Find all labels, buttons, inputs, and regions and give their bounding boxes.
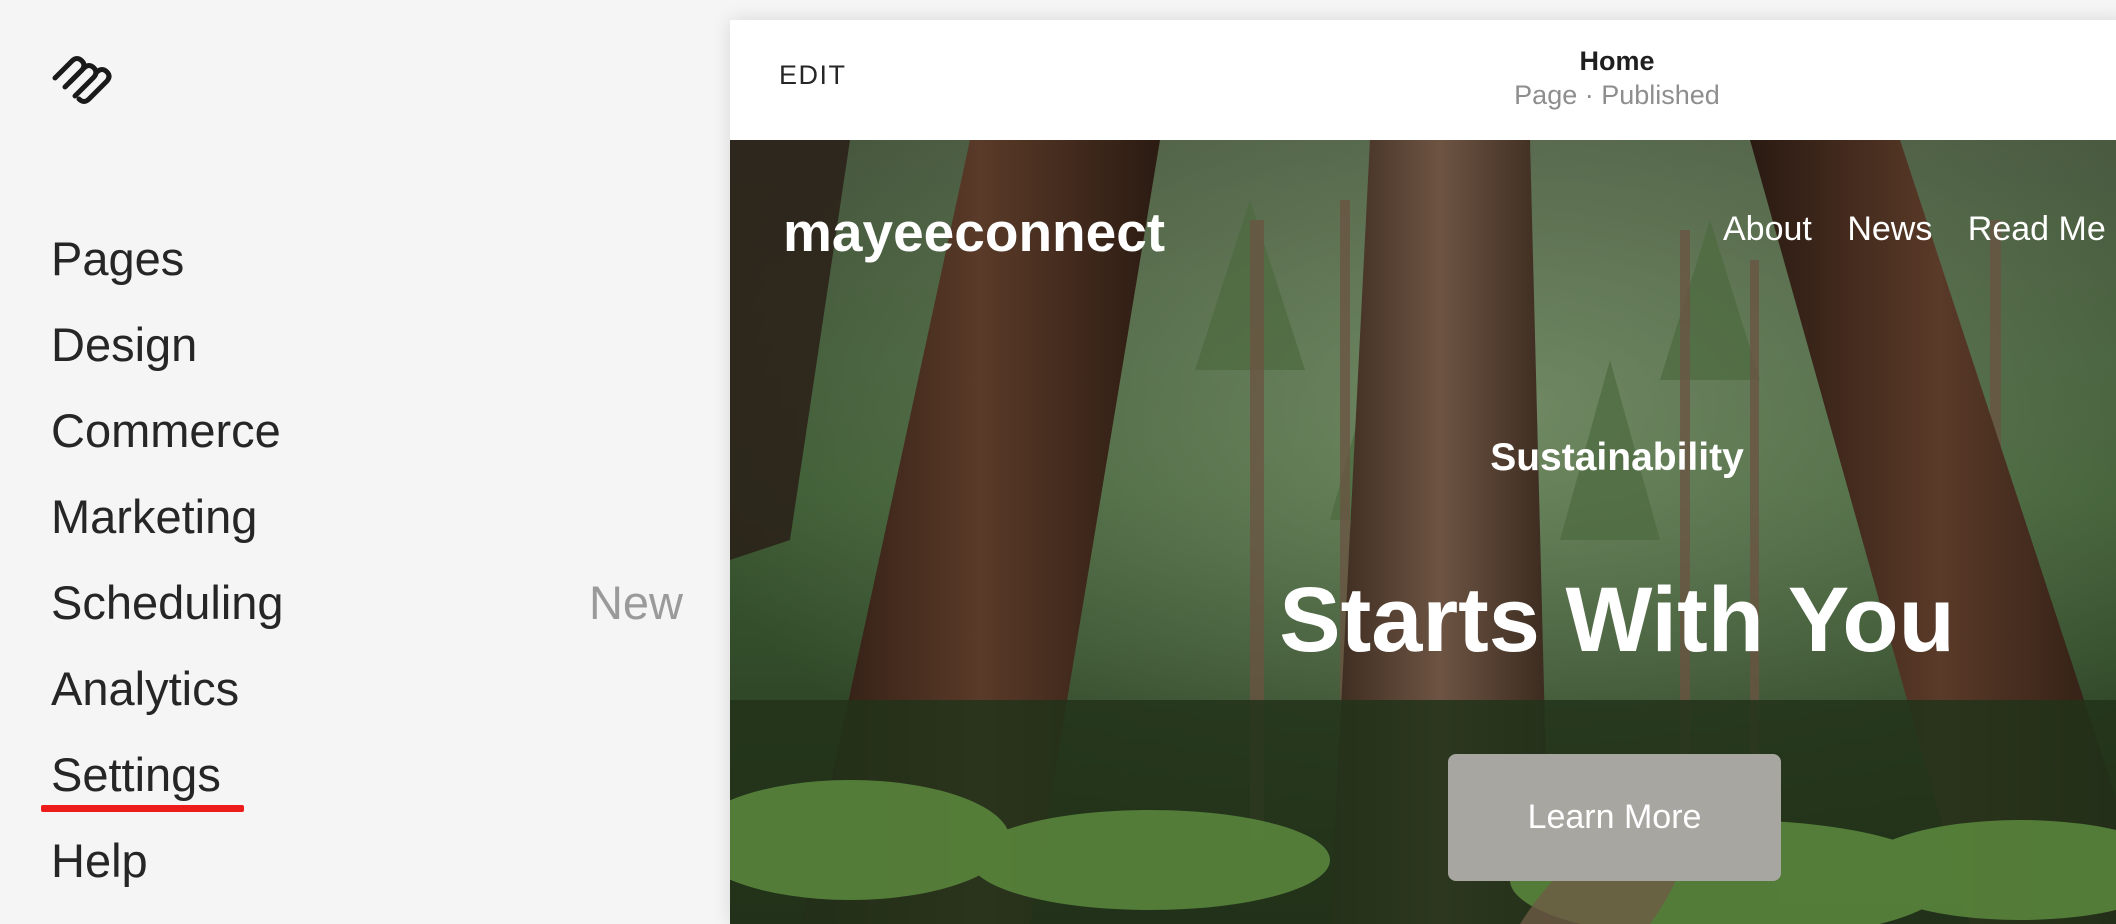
sidebar-item-scheduling[interactable]: Scheduling New [51, 570, 683, 656]
sidebar-item-label: Analytics [51, 662, 240, 715]
site-nav-news[interactable]: News [1847, 210, 1932, 248]
sidebar-item-settings[interactable]: Settings [51, 742, 671, 828]
site-nav-about[interactable]: About [1723, 210, 1812, 248]
sidebar-item-label: Scheduling [51, 576, 284, 629]
new-badge: New [588, 576, 683, 629]
site-nav-read-me[interactable]: Read Me [1968, 210, 2106, 248]
hero-kicker: Sustainability [1490, 436, 1744, 479]
sidebar: Pages Design Commerce Marketing Scheduli… [0, 0, 728, 924]
sidebar-item-label: Marketing [51, 490, 258, 543]
sidebar-item-label: Design [51, 318, 198, 371]
sidebar-item-label: Pages [51, 232, 185, 285]
squarespace-logo-icon[interactable] [50, 54, 112, 106]
page-editor: EDIT Home Page · Published mayeeconnect … [730, 20, 2116, 924]
settings-highlight-underline [41, 805, 244, 812]
sidebar-item-label: Help [51, 834, 148, 887]
edit-button[interactable]: EDIT [779, 60, 847, 91]
sidebar-item-design[interactable]: Design [51, 312, 671, 398]
page-title: Home [1579, 46, 1655, 76]
editor-toolbar: EDIT Home Page · Published [730, 20, 2116, 140]
site-title[interactable]: mayeeconnect [783, 200, 1165, 264]
sidebar-item-marketing[interactable]: Marketing [51, 484, 671, 570]
sidebar-item-label: Commerce [51, 404, 281, 457]
sidebar-item-analytics[interactable]: Analytics [51, 656, 671, 742]
page-status: Page · Published [1514, 80, 1720, 110]
site-nav: About News Read Me [1723, 210, 2116, 249]
sidebar-item-help[interactable]: Help [51, 828, 671, 914]
hero-title: Starts With You [1279, 569, 1955, 671]
learn-more-button[interactable]: Learn More [1448, 754, 1781, 881]
sidebar-item-commerce[interactable]: Commerce [51, 398, 671, 484]
site-preview[interactable]: mayeeconnect About News Read Me Sustaina… [730, 140, 2116, 924]
sidebar-item-label: Settings [51, 748, 221, 801]
sidebar-item-pages[interactable]: Pages [51, 226, 671, 312]
